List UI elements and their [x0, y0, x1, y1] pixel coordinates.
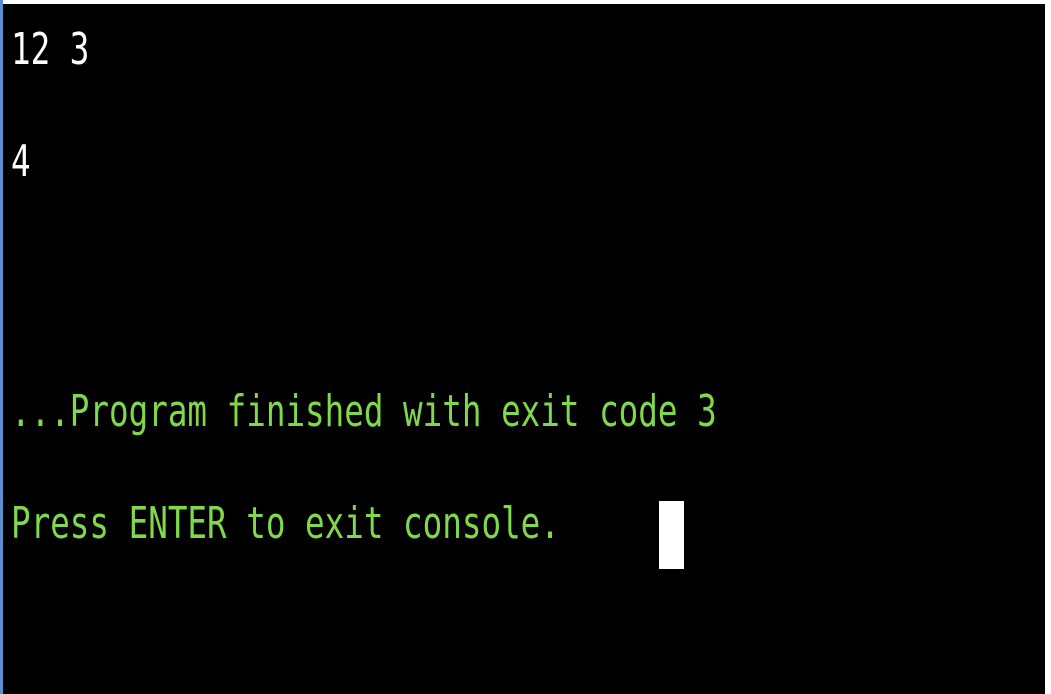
output-line-1: 12 3	[11, 24, 90, 75]
text-cursor	[659, 501, 684, 569]
console-output-area[interactable]: 12 3 4 ...Program finished with exit cod…	[3, 4, 1045, 694]
press-enter-prompt: Press ENTER to exit console.	[11, 498, 560, 549]
output-line-2: 4	[11, 136, 31, 187]
program-finished-message: ...Program finished with exit code 3	[11, 386, 717, 437]
window-frame: 12 3 4 ...Program finished with exit cod…	[0, 0, 1051, 694]
